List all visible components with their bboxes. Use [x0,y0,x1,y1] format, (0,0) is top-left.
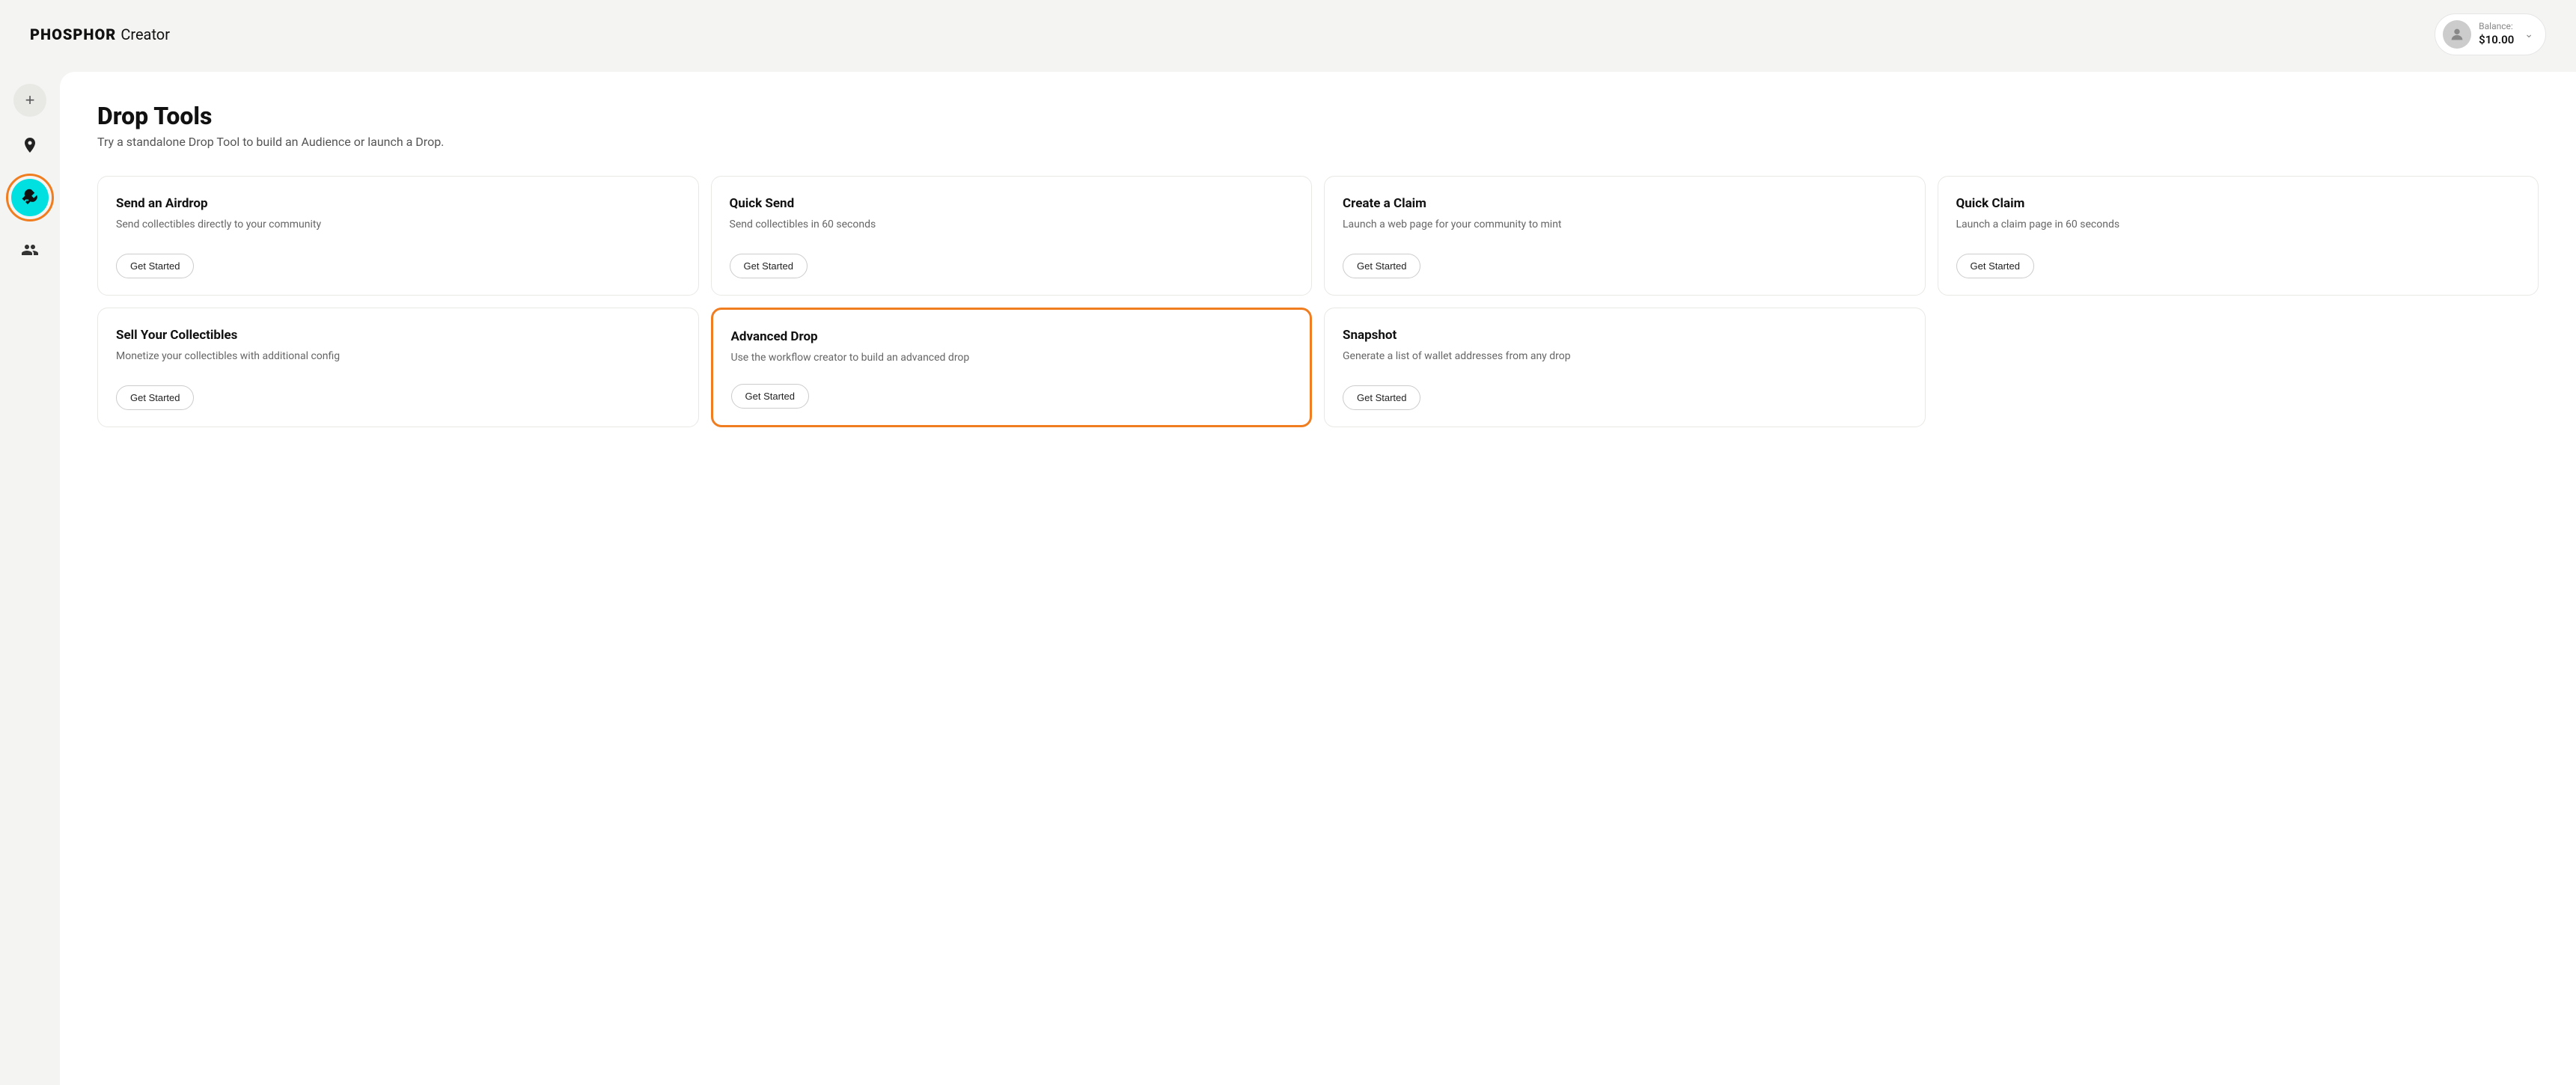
avatar [2443,20,2471,49]
card-advanced-drop: Advanced Drop Use the workflow creator t… [711,308,1313,427]
card-advanced-drop-desc: Use the workflow creator to build an adv… [731,350,1292,370]
card-advanced-drop-btn[interactable]: Get Started [731,384,809,409]
card-send-airdrop-title: Send an Airdrop [116,196,680,211]
card-create-claim: Create a Claim Launch a web page for you… [1324,176,1926,296]
card-send-airdrop-btn[interactable]: Get Started [116,254,194,278]
sidebar-item-home[interactable] [16,132,43,159]
card-snapshot-desc: Generate a list of wallet addresses from… [1343,349,1907,372]
logo-product: Creator [120,25,170,43]
cards-row-2: Sell Your Collectibles Monetize your col… [97,308,2539,427]
cards-row-1: Send an Airdrop Send collectibles direct… [97,176,2539,296]
card-send-airdrop: Send an Airdrop Send collectibles direct… [97,176,699,296]
main-layout: + Drop Tools Try a standalone Drop Tool … [0,69,2576,1085]
card-quick-send-btn[interactable]: Get Started [730,254,808,278]
card-create-claim-title: Create a Claim [1343,196,1907,211]
card-quick-claim-desc: Launch a claim page in 60 seconds [1956,217,2521,240]
card-create-claim-desc: Launch a web page for your community to … [1343,217,1907,240]
logo-brand: PHOSPHOR [30,25,116,43]
sidebar-item-people[interactable] [16,236,43,263]
sidebar: + [0,69,60,1085]
logo: PHOSPHOR Creator [30,25,170,43]
card-quick-claim-title: Quick Claim [1956,196,2521,211]
header: PHOSPHOR Creator Balance: $10.00 ⌄ [0,0,2576,69]
card-advanced-drop-title: Advanced Drop [731,329,1292,344]
chevron-down-icon[interactable]: ⌄ [2524,28,2533,40]
card-sell-collectibles: Sell Your Collectibles Monetize your col… [97,308,699,427]
balance-info: Balance: $10.00 [2479,21,2514,47]
card-sell-collectibles-title: Sell Your Collectibles [116,328,680,343]
card-quick-send: Quick Send Send collectibles in 60 secon… [711,176,1313,296]
card-snapshot: Snapshot Generate a list of wallet addre… [1324,308,1926,427]
card-quick-claim: Quick Claim Launch a claim page in 60 se… [1938,176,2539,296]
balance-label: Balance: [2479,21,2514,33]
card-snapshot-title: Snapshot [1343,328,1907,343]
card-empty-slot [1938,308,2539,427]
card-create-claim-btn[interactable]: Get Started [1343,254,1420,278]
user-balance-badge[interactable]: Balance: $10.00 ⌄ [2435,13,2546,55]
card-send-airdrop-desc: Send collectibles directly to your commu… [116,217,680,240]
content-area: Drop Tools Try a standalone Drop Tool to… [60,72,2576,1085]
page-subtitle: Try a standalone Drop Tool to build an A… [97,135,2539,149]
active-ring [6,174,54,221]
page-title: Drop Tools [97,102,2539,130]
card-quick-claim-btn[interactable]: Get Started [1956,254,2034,278]
card-quick-send-desc: Send collectibles in 60 seconds [730,217,1294,240]
sidebar-item-tools[interactable] [6,174,54,221]
card-quick-send-title: Quick Send [730,196,1294,211]
card-sell-collectibles-btn[interactable]: Get Started [116,385,194,410]
card-snapshot-btn[interactable]: Get Started [1343,385,1420,410]
balance-amount: $10.00 [2479,33,2514,48]
card-sell-collectibles-desc: Monetize your collectibles with addition… [116,349,680,372]
add-button[interactable]: + [13,84,46,117]
